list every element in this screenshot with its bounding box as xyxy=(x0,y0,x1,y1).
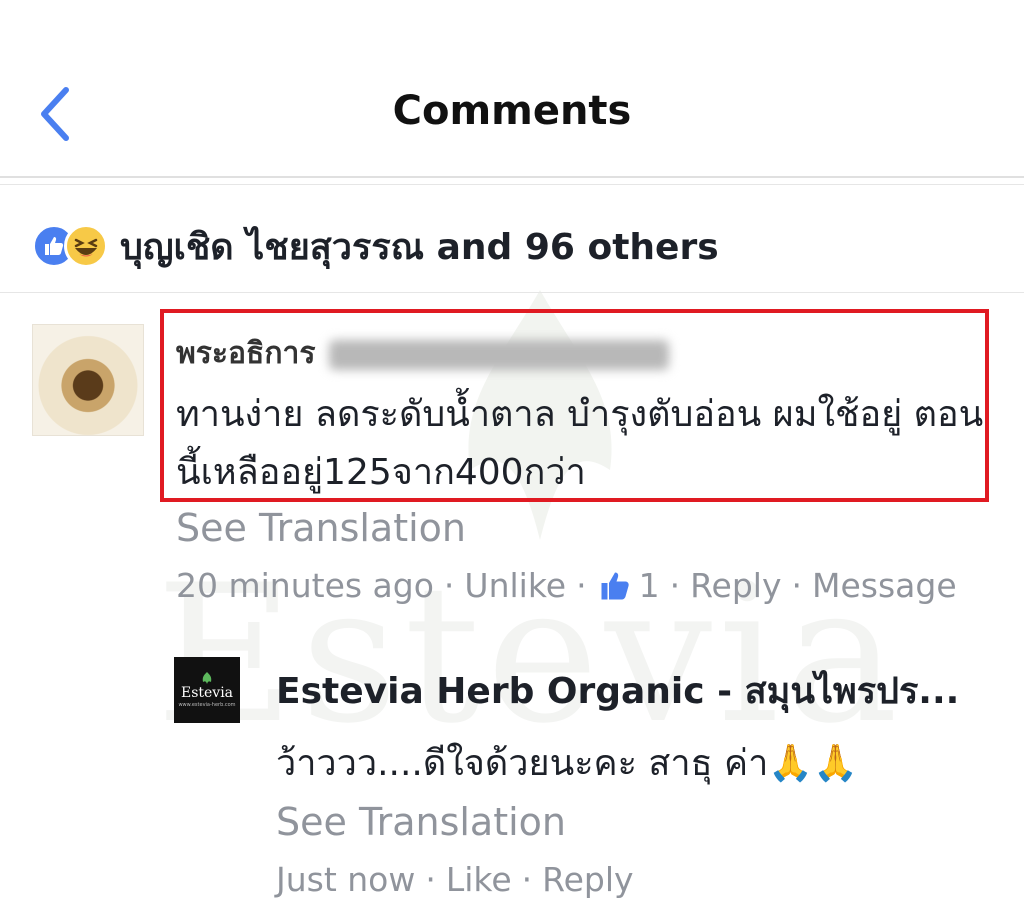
reply-author[interactable]: Estevia Herb Organic - สมุนไพรปร... xyxy=(276,662,996,719)
reply-button[interactable]: Reply xyxy=(690,566,781,605)
haha-icon xyxy=(64,224,108,268)
separator: · xyxy=(576,566,587,605)
reply-avatar[interactable]: Estevia www.estevia-herb.com xyxy=(174,657,240,723)
avatar[interactable] xyxy=(32,324,144,436)
separator: · xyxy=(669,566,681,605)
see-translation-link[interactable]: See Translation xyxy=(276,800,566,844)
leaf-icon xyxy=(202,672,212,684)
message-button[interactable]: Message xyxy=(812,566,957,605)
divider xyxy=(0,184,1024,185)
like-count[interactable]: 1 xyxy=(639,566,660,605)
nav-header: Comments xyxy=(0,0,1024,178)
reply-meta: Just now · Like · Reply xyxy=(276,860,634,899)
reply-button[interactable]: Reply xyxy=(542,860,633,899)
separator: · xyxy=(791,566,802,605)
comment-meta: 20 minutes ago · Unlike · 1 · Reply · Me… xyxy=(176,566,957,605)
like-count-thumb-icon xyxy=(597,568,633,604)
page-title: Comments xyxy=(392,88,632,134)
see-translation-link[interactable]: See Translation xyxy=(176,506,466,550)
unlike-button[interactable]: Unlike xyxy=(464,566,566,605)
comment-timestamp: 20 minutes ago xyxy=(176,566,434,605)
reply-timestamp: Just now xyxy=(276,860,416,899)
separator: · xyxy=(443,566,455,605)
like-button[interactable]: Like xyxy=(446,860,512,899)
avatar-url: www.estevia-herb.com xyxy=(178,702,236,708)
separator: · xyxy=(425,860,436,899)
reactions-text[interactable]: บุญเชิด ไชยสุวรรณ and 96 others xyxy=(120,218,719,275)
highlight-box xyxy=(160,309,989,502)
divider xyxy=(0,292,1024,293)
avatar-brand: Estevia xyxy=(180,685,234,701)
reactions-summary[interactable]: บุญเชิด ไชยสุวรรณ and 96 others xyxy=(32,218,719,274)
separator: · xyxy=(521,860,533,899)
reply-text: ว้าววว....ดีใจด้วยนะคะ สาธุ ค่า🙏🙏 xyxy=(276,743,858,784)
